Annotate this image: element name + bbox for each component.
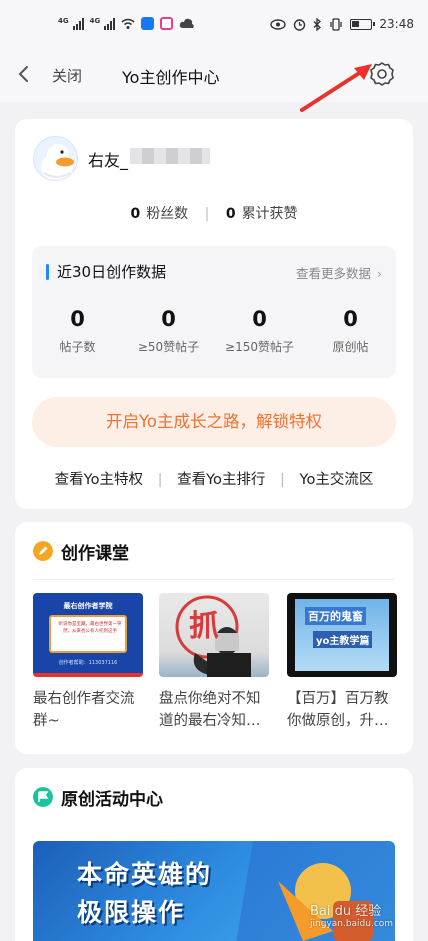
bluetooth-icon: [313, 17, 322, 31]
signal-icon: [104, 17, 116, 30]
status-left: 4G 4G: [58, 17, 195, 30]
link-ranking[interactable]: 查看Yo主排行: [177, 472, 265, 488]
caption-line: 【百万】百万教: [287, 691, 389, 707]
app-badge-pink-icon: [160, 17, 174, 30]
thumb-card: 听说你是宝藏，最右世界第一突然，从来也公有人托到这手: [49, 615, 127, 653]
caption-line: 道的最右冷知…: [159, 713, 261, 729]
caption-line: 最右创作者交流: [33, 691, 135, 707]
unlock-privileges-button[interactable]: 开启Yo主成长之路，解锁特权: [32, 397, 396, 447]
battery-icon: [350, 18, 376, 30]
thumb-inner: 百万的鬼畜 yo主教学篇: [295, 599, 389, 671]
thumb-line1: 百万的鬼畜: [305, 607, 366, 625]
status-time: 23:48: [379, 17, 414, 31]
thumb-body: 听说你是宝藏，最右世界第一突然，从来也公有人托到这手: [58, 622, 122, 634]
view-more-data-link[interactable]: 查看更多数据 ›: [296, 263, 382, 282]
caption-line: 你做原创，升…: [287, 713, 389, 729]
flag-icon: [33, 787, 53, 807]
thumb-footer: 创作者帮助：113037116: [58, 660, 118, 666]
signal-icon: [72, 17, 84, 30]
metric-value: 0: [70, 307, 85, 331]
thumb-char: 抓: [189, 609, 219, 644]
divider: |: [204, 206, 210, 222]
metric-value: 0: [252, 307, 267, 331]
close-button[interactable]: 关闭: [52, 65, 82, 86]
status-bar: 4G 4G 23:48: [0, 0, 428, 48]
view-more-label: 查看更多数据: [295, 266, 371, 281]
fans-label[interactable]: 粉丝数: [146, 206, 188, 222]
pencil-icon: [33, 541, 53, 561]
course-thumbnail-3[interactable]: 百万的鬼畜 yo主教学篇: [287, 593, 397, 677]
course-caption-2[interactable]: 盘点你绝对不知 道的最右冷知…: [159, 688, 275, 732]
username: 右友_: [88, 151, 129, 170]
metric-label: ≥150赞帖子: [225, 340, 294, 354]
metric-posts[interactable]: 0 帖子数: [32, 306, 123, 355]
likes-count: 0: [225, 206, 236, 222]
metric-150-likes[interactable]: 0 ≥150赞帖子: [214, 306, 305, 355]
course-thumbnail-2[interactable]: 抓: [159, 593, 269, 677]
section-title: 创作课堂: [61, 544, 129, 564]
wifi-icon: [121, 18, 135, 29]
divider: |: [157, 472, 163, 488]
app-badge-blue-icon: [141, 17, 155, 30]
title-accent-bar: [46, 264, 49, 280]
metrics-row: 0 帖子数 0 ≥50赞帖子 0 ≥150赞帖子 0 原创帖: [32, 306, 396, 355]
watermark-line-2: jingyan.baidu.com: [310, 919, 394, 929]
caption-line: 盘点你绝对不知: [159, 691, 261, 707]
link-community[interactable]: Yo主交流区: [300, 472, 374, 488]
divider: |: [280, 472, 285, 488]
status-right: 23:48: [270, 17, 414, 31]
thumb-border-accent: [33, 673, 143, 677]
caption-line: 群~: [33, 713, 60, 729]
watermark-line-1: Bai du 经验: [310, 904, 382, 919]
divider: [33, 579, 395, 580]
banner-line-2: 极限操作: [77, 898, 186, 927]
chevron-right-icon: ›: [377, 266, 382, 281]
avatar[interactable]: [33, 136, 78, 181]
annotation-arrow-icon: [300, 64, 372, 112]
course-caption-1[interactable]: 最右创作者交流 群~: [33, 688, 149, 732]
section-title: 原创活动中心: [61, 790, 163, 810]
network-type-2: 4G: [89, 17, 101, 25]
classroom-card: 创作课堂 最右创作者学院 听说你是宝藏，最右世界第一突然，从来也公有人托到这手 …: [15, 522, 413, 754]
metric-label: 帖子数: [59, 340, 96, 354]
eye-icon: [270, 18, 287, 30]
link-privileges[interactable]: 查看Yo主特权: [55, 472, 143, 488]
profile-stats: 0 粉丝数 | 0 累计获赞: [15, 203, 413, 223]
metric-label: ≥50赞帖子: [137, 340, 200, 354]
metric-value: 0: [161, 307, 176, 331]
metric-label: 原创帖: [332, 340, 369, 354]
page-title: Yo主创作中心: [122, 68, 220, 87]
likes-label[interactable]: 累计获赞: [242, 206, 298, 222]
metric-value: 0: [343, 307, 358, 331]
panel-title: 近30日创作数据: [57, 263, 167, 281]
course-thumbnail-1[interactable]: 最右创作者学院 听说你是宝藏，最右世界第一突然，从来也公有人托到这手 创作者帮助…: [33, 593, 143, 677]
username-blur: [130, 148, 210, 164]
profile-card: 右友_ 0 粉丝数 | 0 累计获赞 近30日创作数据 查看更多数据 › 0 帖子数 …: [15, 119, 413, 509]
fans-count: 0: [130, 206, 141, 222]
network-type-1: 4G: [58, 17, 69, 25]
thumb-heading: 最右创作者学院: [63, 602, 113, 610]
creation-data-panel: 近30日创作数据 查看更多数据 › 0 帖子数 0 ≥50赞帖子 0 ≥150赞帖…: [32, 246, 396, 378]
watermark: Bai du 经验 jingyan.baidu.com: [310, 900, 393, 929]
banner-line-1: 本命英雄的: [77, 860, 213, 889]
back-icon[interactable]: [10, 60, 38, 88]
creator-links: 查看Yo主特权 | 查看Yo主排行 | Yo主交流区: [15, 468, 413, 489]
cloud-icon: [180, 18, 195, 28]
vibrate-icon: [330, 17, 343, 31]
metric-original[interactable]: 0 原创帖: [305, 306, 396, 355]
course-caption-3[interactable]: 【百万】百万教 你做原创，升…: [287, 688, 403, 732]
thumb-line2: yo主教学篇: [313, 631, 373, 648]
alarm-icon: [294, 18, 306, 31]
metric-50-likes[interactable]: 0 ≥50赞帖子: [123, 306, 214, 355]
